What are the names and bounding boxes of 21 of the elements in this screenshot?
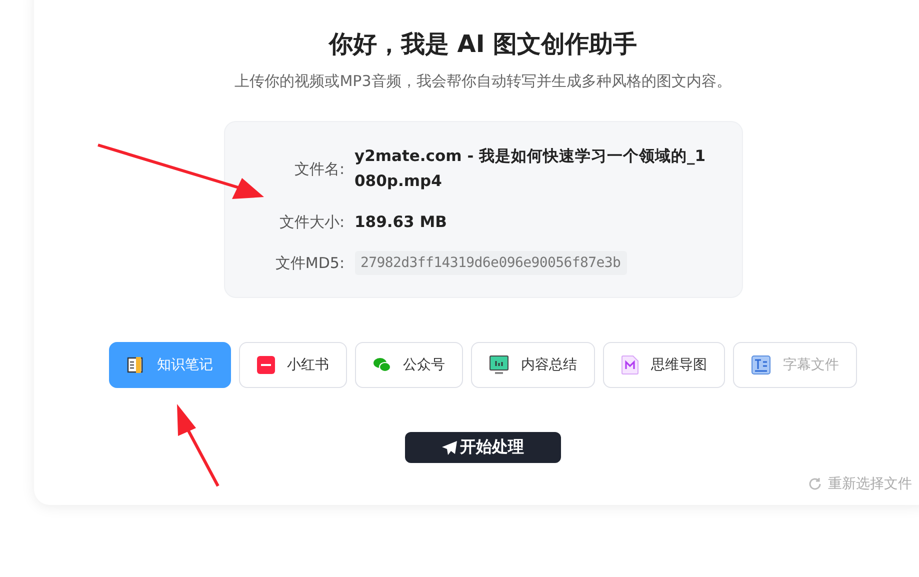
field-value: 189.63 MB xyxy=(354,212,448,233)
refresh-icon xyxy=(808,477,822,491)
subtitle-file-icon xyxy=(751,355,771,375)
field-label: 文件MD5: xyxy=(274,254,344,272)
field-label: 文件名: xyxy=(293,160,344,178)
notebook-icon xyxy=(127,356,145,374)
field-label: 文件大小: xyxy=(278,213,344,232)
field-value: y2mate.com - 我是如何快速学习一个领域的_1080p.mp4 xyxy=(354,146,707,192)
subtitle: 上传你的视频或MP3音频，我会帮你自动转写并生成多种风格的图文内容。 xyxy=(234,72,732,91)
send-icon xyxy=(442,440,458,454)
monitor-chart-icon xyxy=(489,355,509,375)
chat-bubbles-icon xyxy=(373,357,391,373)
option-tab[interactable]: 小红书 xyxy=(239,342,347,388)
option-tab[interactable]: 内容总结 xyxy=(471,342,595,388)
app-logo-icon xyxy=(257,356,275,374)
option-tab[interactable]: 公众号 xyxy=(355,342,463,388)
start-button[interactable]: 开始处理 xyxy=(405,432,561,463)
mindmap-file-icon xyxy=(621,355,639,375)
page-title: 你好，我是 AI 图文创作助手 xyxy=(328,29,638,60)
hash-value: 27982d3ff14319d6e096e90056f87e3b xyxy=(354,251,627,275)
option-tab[interactable]: 思维导图 xyxy=(603,342,725,388)
